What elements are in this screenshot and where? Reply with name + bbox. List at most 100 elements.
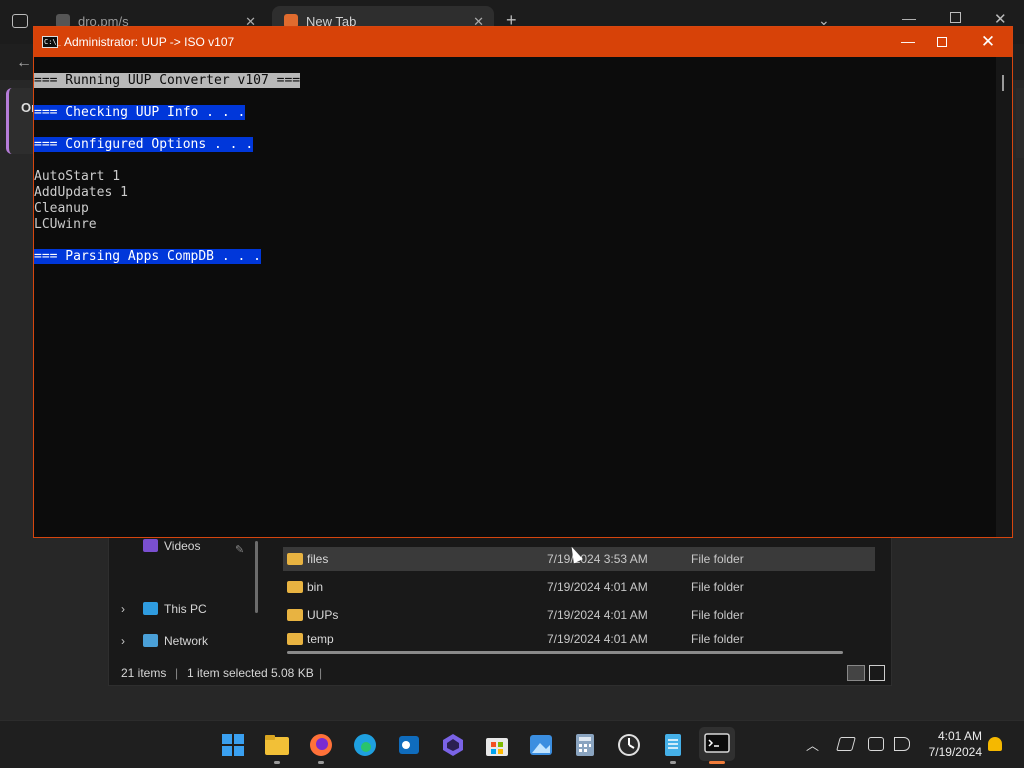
show-hidden-icons-chevron-icon[interactable]: ︿ <box>806 735 819 754</box>
pin-icon[interactable]: ✎ <box>235 539 244 561</box>
expand-chevron-icon[interactable]: › <box>121 598 125 620</box>
this-pc-icon <box>143 602 158 615</box>
firefox-icon <box>310 734 332 756</box>
taskbar: ︿ 4:01 AM 7/19/2024 <box>0 720 1024 768</box>
console-title-bar[interactable]: C:\_ Administrator: UUP -> ISO v107 — ✕ <box>34 27 1012 57</box>
photos-icon <box>530 735 552 755</box>
folder-icon <box>287 553 303 565</box>
status-separator: | <box>319 666 323 680</box>
file-date: 7/19/2024 3:53 AM <box>547 552 648 566</box>
navigation-pane: Videos ✎ › This PC › Network <box>109 535 267 653</box>
console-line: === Checking UUP Info . . . <box>34 105 996 121</box>
console-line: LCUwinre <box>34 217 996 233</box>
horizontal-scrollbar[interactable] <box>287 651 843 654</box>
edge-button[interactable] <box>351 731 379 759</box>
folder-icon <box>287 581 303 593</box>
item-count: 21 items <box>121 666 167 680</box>
notification-bell-icon[interactable] <box>988 737 1002 751</box>
maximize-button[interactable] <box>937 37 947 47</box>
notepad-button[interactable] <box>659 731 687 759</box>
running-indicator <box>670 761 676 764</box>
taskbar-date[interactable]: 7/19/2024 <box>912 745 982 759</box>
volume-muted-icon[interactable] <box>894 737 910 751</box>
file-date: 7/19/2024 4:01 AM <box>547 608 648 622</box>
console-line: Cleanup <box>34 201 996 217</box>
outlook-icon <box>399 736 419 754</box>
selection-count: 1 item selected <box>187 666 268 680</box>
folder-icon <box>287 609 303 621</box>
console-scroll-thumb[interactable] <box>1002 75 1004 91</box>
file-name: bin <box>307 580 324 594</box>
close-button[interactable]: ✕ <box>978 27 998 57</box>
console-line-text: === Configured Options . . . <box>34 137 254 152</box>
firefox-button[interactable] <box>307 731 335 759</box>
browser-minimize-button[interactable]: — <box>902 10 916 26</box>
folder-icon <box>287 633 303 645</box>
file-explorer-button[interactable] <box>263 731 291 759</box>
page-edge-panel <box>1016 88 1024 158</box>
browser-restore-button[interactable] <box>950 12 961 23</box>
console-window: C:\_ Administrator: UUP -> ISO v107 — ✕ … <box>33 26 1013 538</box>
file-row-uups[interactable]: UUPs 7/19/2024 4:01 AM File folder <box>283 603 875 627</box>
nav-item-videos[interactable]: Videos ✎ <box>109 535 259 557</box>
copilot-button[interactable] <box>439 731 467 759</box>
file-list: files 7/19/2024 3:53 AM File folder bin … <box>279 535 887 653</box>
console-line: AddUpdates 1 <box>34 185 996 201</box>
network-tray-icon[interactable] <box>868 737 884 751</box>
store-icon <box>486 738 508 756</box>
file-type: File folder <box>691 552 744 566</box>
running-indicator <box>274 761 280 764</box>
desktop: dro.pm/s ✕ New Tab ✕ + ⌄ — ✕ ← Or Videos… <box>0 0 1024 768</box>
nav-item-network[interactable]: › Network <box>109 630 259 652</box>
calculator-button[interactable] <box>571 731 599 759</box>
store-button[interactable] <box>483 731 511 759</box>
terminal-button[interactable] <box>699 727 735 761</box>
console-line-text: AutoStart 1 <box>34 169 121 184</box>
running-indicator <box>318 761 324 764</box>
tab-actions-icon[interactable] <box>12 14 28 28</box>
nav-item-this-pc[interactable]: › This PC <box>109 598 259 620</box>
clock-button[interactable] <box>615 731 643 759</box>
details-view-icon[interactable] <box>847 665 865 681</box>
terminal-icon <box>704 733 730 753</box>
console-scrollbar[interactable] <box>996 57 1012 537</box>
photos-button[interactable] <box>527 731 555 759</box>
console-line: === Running UUP Converter v107 === <box>34 73 996 89</box>
console-app-icon-text: C:\_ <box>44 38 61 46</box>
file-type: File folder <box>691 580 744 594</box>
file-name: UUPs <box>307 608 339 622</box>
console-line: === Parsing Apps CompDB . . . <box>34 249 996 265</box>
file-explorer-window: Videos ✎ › This PC › Network files 7/19/… <box>108 534 892 686</box>
console-title: Administrator: UUP -> ISO v107 <box>64 35 235 49</box>
start-button[interactable] <box>219 731 247 759</box>
console-line-text: Cleanup <box>34 201 89 216</box>
notepad-icon <box>665 734 681 756</box>
nav-scrollbar[interactable] <box>255 541 258 613</box>
file-row-bin[interactable]: bin 7/19/2024 4:01 AM File folder <box>283 575 875 599</box>
file-explorer-icon <box>265 735 289 755</box>
console-output[interactable]: === Running UUP Converter v107 === === C… <box>34 57 996 537</box>
minimize-button[interactable]: — <box>890 27 926 57</box>
console-line-text: === Checking UUP Info . . . <box>34 105 246 120</box>
back-arrow-icon[interactable]: ← <box>16 54 32 72</box>
tiles-view-icon[interactable] <box>869 665 885 681</box>
clock-icon <box>618 734 640 756</box>
start-icon <box>222 734 244 756</box>
file-name: temp <box>307 632 334 645</box>
taskbar-time[interactable]: 4:01 AM <box>922 729 982 743</box>
file-type: File folder <box>691 632 744 645</box>
console-line-text: === Running UUP Converter v107 === <box>34 73 301 88</box>
file-row-temp[interactable]: temp 7/19/2024 4:01 AM File folder <box>283 631 875 645</box>
console-line: === Configured Options . . . <box>34 137 996 153</box>
onedrive-tray-icon[interactable] <box>836 737 856 751</box>
status-bar: 21 items | 1 item selected 5.08 KB | <box>109 661 891 685</box>
console-app-icon[interactable]: C:\_ <box>42 36 61 48</box>
outlook-button[interactable] <box>395 731 423 759</box>
selection-size: 5.08 KB <box>271 666 314 680</box>
console-line-text: LCUwinre <box>34 217 97 232</box>
expand-chevron-icon[interactable]: › <box>121 630 125 652</box>
